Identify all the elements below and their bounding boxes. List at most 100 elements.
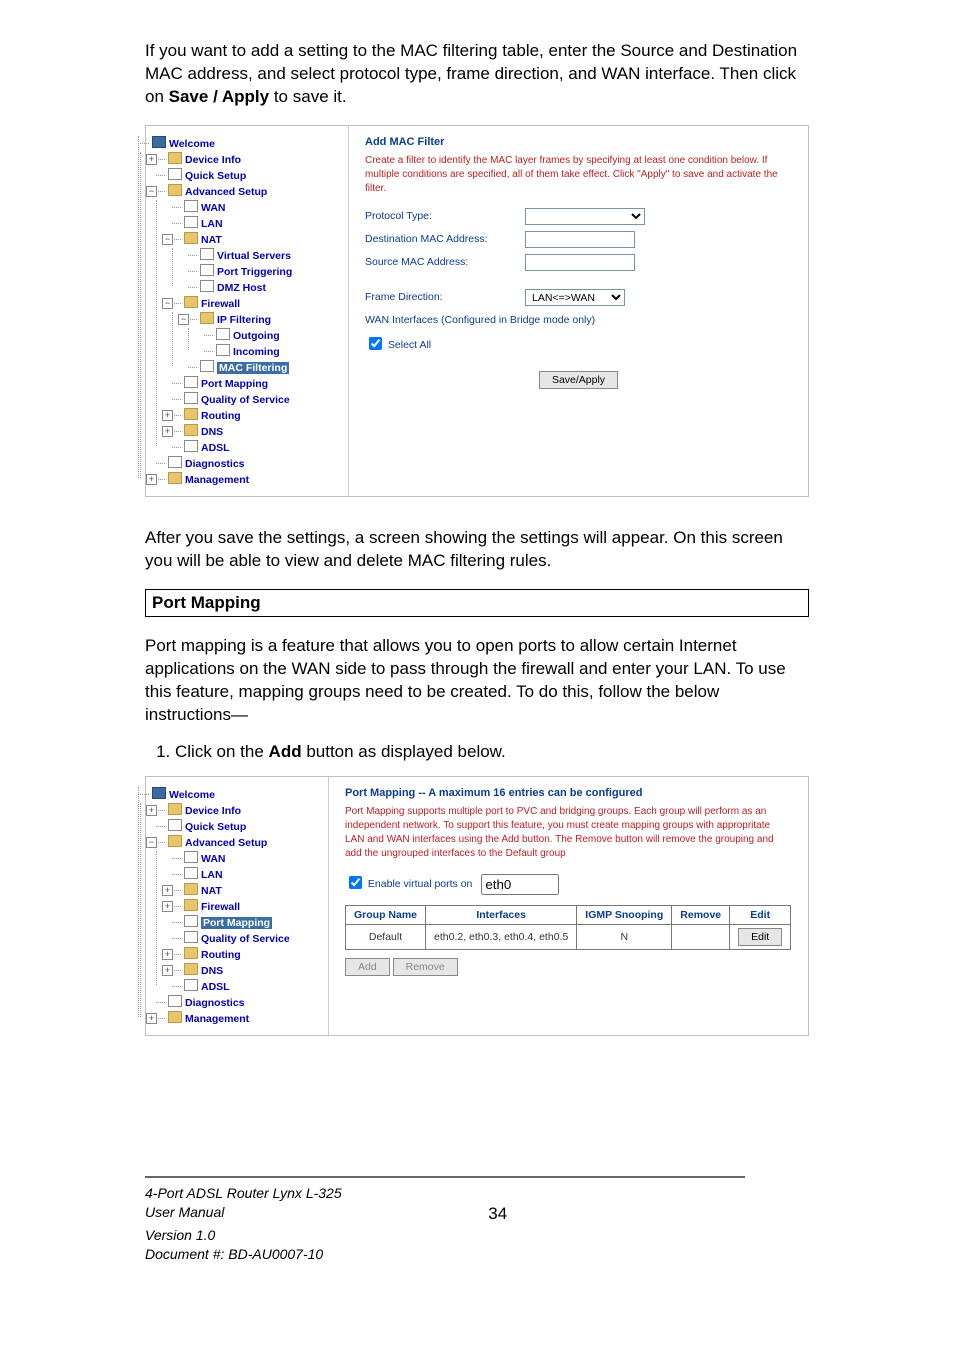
root-icon [152, 136, 166, 148]
enable-vports-value[interactable] [481, 874, 559, 895]
collapse-icon[interactable]: − [178, 314, 189, 325]
nav-quick-setup[interactable]: Quick Setup [185, 170, 246, 182]
dest-mac-input[interactable] [525, 231, 635, 248]
nav-routing[interactable]: Routing [201, 410, 241, 422]
footer: 4-Port ADSL Router Lynx L-325 User Manua… [0, 1176, 954, 1294]
folder-icon [184, 424, 198, 436]
col-ifaces: Interfaces [426, 906, 577, 925]
add-button[interactable]: Add [345, 958, 390, 976]
nav-qos[interactable]: Quality of Service [201, 394, 290, 406]
nav-diagnostics[interactable]: Diagnostics [185, 997, 245, 1009]
content-pane-2: Port Mapping -- A maximum 16 entries can… [329, 777, 808, 1035]
footer-doc-id: Document #: BD-AU0007-10 [145, 1245, 809, 1264]
nav-device-info[interactable]: Device Info [185, 805, 241, 817]
selectall-checkbox[interactable] [369, 337, 382, 350]
doc-icon [200, 360, 214, 372]
folder-icon [168, 152, 182, 164]
nav-ip-filtering[interactable]: IP Filtering [217, 314, 271, 326]
nav-quick-setup[interactable]: Quick Setup [185, 821, 246, 833]
doc-icon [184, 200, 198, 212]
edit-button[interactable]: Edit [738, 928, 782, 946]
remove-button[interactable]: Remove [393, 958, 458, 976]
nav-welcome[interactable]: Welcome [169, 789, 215, 801]
dest-mac-label: Destination MAC Address: [365, 233, 525, 245]
frame-dir-select[interactable]: LAN<=>WAN [525, 289, 625, 306]
collapse-icon[interactable]: − [162, 298, 173, 309]
folder-icon [184, 408, 198, 420]
nav-dns[interactable]: DNS [201, 426, 223, 438]
nav-port-mapping[interactable]: Port Mapping [201, 378, 268, 390]
nav-lan[interactable]: LAN [201, 869, 223, 881]
collapse-icon[interactable]: − [146, 837, 157, 848]
nav-lan[interactable]: LAN [201, 218, 223, 230]
nav-management[interactable]: Management [185, 474, 249, 486]
src-mac-label: Source MAC Address: [365, 256, 525, 268]
enable-vports-label: Enable virtual ports on [368, 878, 472, 890]
nav-tree-2: Welcome + Device Info Quick Setup − Advanc… [146, 777, 329, 1035]
nav-qos[interactable]: Quality of Service [201, 933, 290, 945]
nav-mac-filtering[interactable]: MAC Filtering [217, 362, 289, 374]
expand-icon[interactable]: + [162, 885, 173, 896]
doc-icon [184, 440, 198, 452]
folder-icon [168, 835, 182, 847]
footer-manual: User Manual [145, 1204, 224, 1220]
src-mac-input[interactable] [525, 254, 635, 271]
expand-icon[interactable]: + [146, 154, 157, 165]
doc-icon [184, 392, 198, 404]
nav-firewall[interactable]: Firewall [201, 298, 240, 310]
protocol-select[interactable] [525, 208, 645, 225]
nav-advanced-setup[interactable]: Advanced Setup [185, 186, 267, 198]
doc-icon [184, 851, 198, 863]
nav-welcome[interactable]: Welcome [169, 138, 215, 150]
expand-icon[interactable]: + [146, 805, 157, 816]
expand-icon[interactable]: + [162, 410, 173, 421]
nav-nat[interactable]: NAT [201, 234, 222, 246]
nav-nat[interactable]: NAT [201, 885, 222, 897]
intro-paragraph: If you want to add a setting to the MAC … [145, 40, 809, 109]
expand-icon[interactable]: + [162, 965, 173, 976]
mapping-table: Group Name Interfaces IGMP Snooping Remo… [345, 905, 791, 950]
screenshot-mac-filter: Welcome + Device Info Quick Setup − Advanc… [145, 125, 809, 497]
collapse-icon[interactable]: − [146, 186, 157, 197]
content-pane: Add MAC Filter Create a filter to identi… [349, 126, 808, 496]
nav-outgoing[interactable]: Outgoing [233, 330, 280, 342]
nav-advanced-setup[interactable]: Advanced Setup [185, 837, 267, 849]
enable-vports-checkbox[interactable] [349, 876, 362, 889]
content-title: Add MAC Filter [365, 136, 792, 148]
nav-adsl[interactable]: ADSL [201, 442, 230, 454]
expand-icon[interactable]: + [146, 1013, 157, 1024]
nav-routing[interactable]: Routing [201, 949, 241, 961]
expand-icon[interactable]: + [146, 474, 157, 485]
nav-adsl[interactable]: ADSL [201, 981, 230, 993]
nav-virtual-servers[interactable]: Virtual Servers [217, 250, 291, 262]
expand-icon[interactable]: + [162, 426, 173, 437]
save-apply-button[interactable]: Save/Apply [539, 371, 618, 389]
nav-diagnostics[interactable]: Diagnostics [185, 458, 245, 470]
doc-icon [184, 979, 198, 991]
nav-management[interactable]: Management [185, 1013, 249, 1025]
step1-a: Click on the [175, 742, 269, 761]
doc-icon [184, 216, 198, 228]
steps-list: Click on the Add button as displayed bel… [175, 742, 809, 762]
pm-intro: Port mapping is a feature that allows yo… [145, 635, 809, 727]
nav-incoming[interactable]: Incoming [233, 346, 280, 358]
doc-icon [184, 376, 198, 388]
footer-version: Version 1.0 [145, 1226, 809, 1245]
footer-divider [145, 1176, 745, 1178]
expand-icon[interactable]: + [162, 949, 173, 960]
nav-wan[interactable]: WAN [201, 202, 226, 214]
nav-port-triggering[interactable]: Port Triggering [217, 266, 292, 278]
nav-dns[interactable]: DNS [201, 965, 223, 977]
doc-icon [168, 995, 182, 1007]
nav-device-info[interactable]: Device Info [185, 154, 241, 166]
col-edit: Edit [730, 906, 791, 925]
collapse-icon[interactable]: − [162, 234, 173, 245]
expand-icon[interactable]: + [162, 901, 173, 912]
nav-wan[interactable]: WAN [201, 853, 226, 865]
cell-group: Default [346, 925, 426, 950]
nav-firewall[interactable]: Firewall [201, 901, 240, 913]
nav-dmz-host[interactable]: DMZ Host [217, 282, 266, 294]
selectall-label: Select All [388, 339, 431, 351]
nav-port-mapping[interactable]: Port Mapping [201, 917, 272, 929]
protocol-label: Protocol Type: [365, 210, 525, 222]
